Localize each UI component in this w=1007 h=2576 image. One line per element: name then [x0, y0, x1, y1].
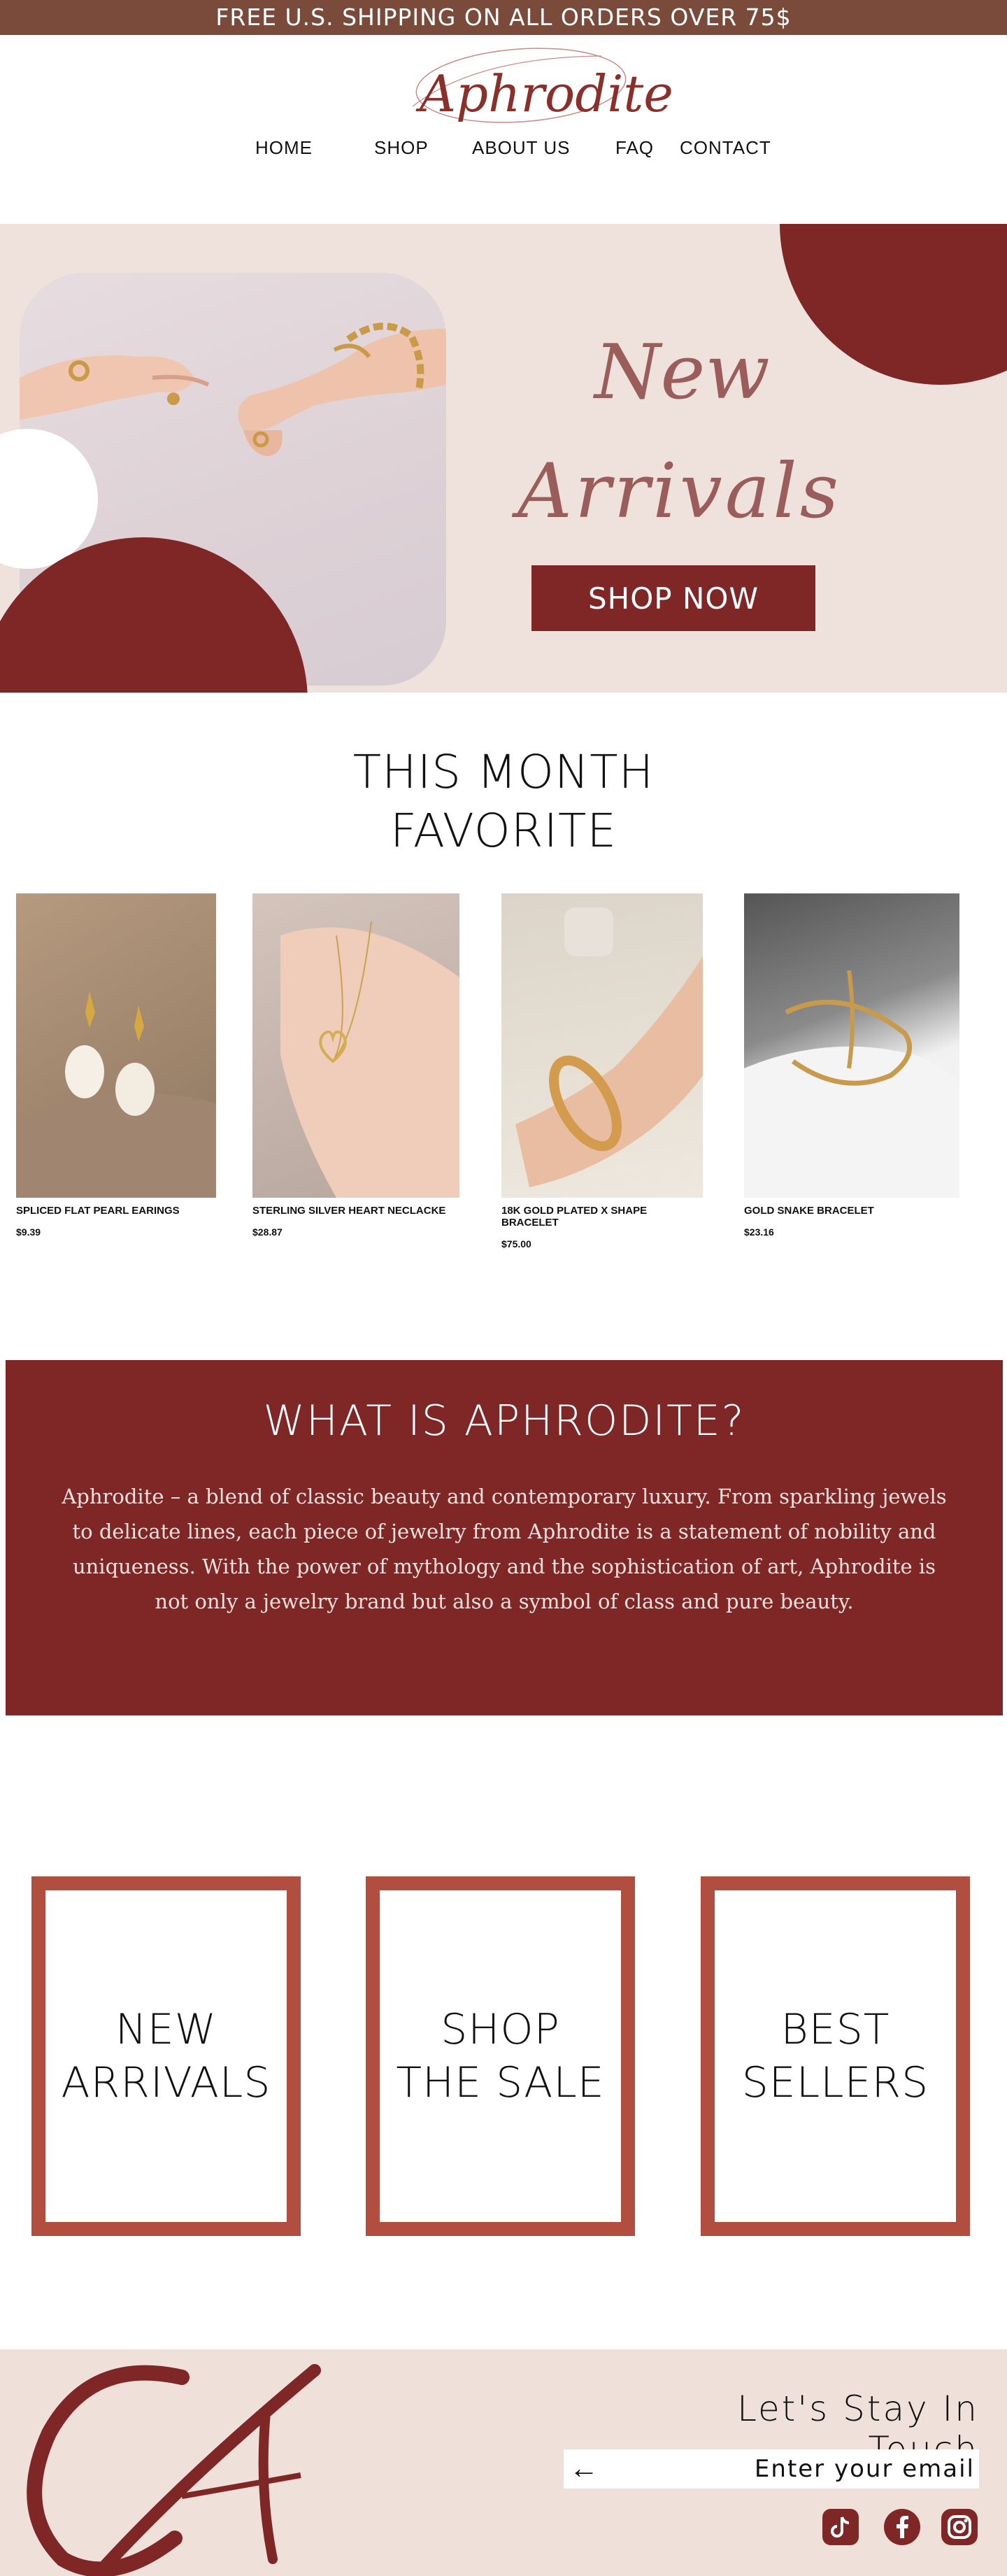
arrow-left-icon[interactable]: ← [569, 2454, 599, 2483]
favorites-title: THIS MONTH FAVORITE [0, 743, 1007, 861]
about-body: Aphrodite – a blend of classic beauty an… [62, 1485, 947, 1613]
product-price: $9.39 [16, 1226, 41, 1238]
about-section: WHAT IS APHRODITE? Aphrodite – a blend o… [6, 1360, 1003, 1715]
product-card[interactable]: 18K GOLD PLATED X SHAPE BRACELET $75.00 [501, 893, 703, 1250]
hero-title-new: New [594, 329, 770, 416]
nav-shop[interactable]: SHOP [374, 137, 429, 159]
product-name[interactable]: SPLICED FLAT PEARL EARINGS [16, 1205, 216, 1217]
snake-bracelet-illustration [744, 970, 959, 1198]
product-price: $23.16 [744, 1226, 774, 1238]
email-field[interactable] [620, 2449, 975, 2489]
product-card[interactable]: GOLD SNAKE BRACELET $23.16 [744, 893, 959, 1238]
tiktok-icon[interactable] [822, 2509, 859, 2545]
shop-now-button[interactable]: SHOP NOW [531, 565, 815, 631]
product-image[interactable] [744, 893, 959, 1198]
hero-section: New Arrivals SHOP NOW [0, 224, 1007, 693]
product-name[interactable]: GOLD SNAKE BRACELET [744, 1205, 959, 1217]
gold-bracelet-illustration [515, 907, 703, 1187]
hero-title-arrivals: Arrivals [517, 448, 842, 535]
product-image[interactable] [16, 893, 216, 1198]
brand-name: Aphrodite [420, 64, 673, 123]
about-title: WHAT IS APHRODITE? [263, 1396, 745, 1445]
product-name[interactable]: 18K GOLD PLATED X SHAPE BRACELET [501, 1205, 703, 1229]
newsletter-form: ← [564, 2449, 979, 2489]
category-card-new-arrivals[interactable]: NEW ARRIVALS [31, 1876, 301, 2236]
product-image[interactable] [252, 893, 459, 1198]
category-label: SHOP THE SALE [396, 2005, 605, 2107]
brand-logo[interactable]: Aphrodite [392, 43, 673, 127]
product-card[interactable]: SPLICED FLAT PEARL EARINGS $9.39 [16, 893, 216, 1238]
heart-necklace-illustration [280, 921, 459, 1198]
pearl-earrings-illustration [16, 991, 216, 1198]
facebook-icon[interactable] [884, 2509, 920, 2545]
product-image[interactable] [501, 893, 703, 1198]
nav-faq[interactable]: FAQ [615, 137, 654, 159]
category-card-shop-the-sale[interactable]: SHOP THE SALE [366, 1876, 635, 2236]
category-label: BEST SELLERS [741, 2005, 929, 2107]
main-nav: HOME SHOP ABOUT US FAQ CONTACT [0, 137, 1007, 165]
nav-home[interactable]: HOME [255, 137, 313, 159]
favorites-title-line1: THIS MONTH [352, 745, 655, 799]
hero-decor-circle [780, 224, 1007, 385]
product-price: $28.87 [252, 1226, 283, 1238]
instagram-icon[interactable] [941, 2509, 978, 2545]
page: FREE U.S. SHIPPING ON ALL ORDERS OVER 75… [0, 0, 1007, 2576]
footer: Let's Stay In Touch ← [0, 2349, 1007, 2576]
product-card[interactable]: STERLING SILVER HEART NECLACKE $28.87 [252, 893, 459, 1238]
nav-contact[interactable]: CONTACT [680, 137, 771, 159]
shipping-banner: FREE U.S. SHIPPING ON ALL ORDERS OVER 75… [0, 0, 1007, 35]
category-card-best-sellers[interactable]: BEST SELLERS [701, 1876, 970, 2236]
product-name[interactable]: STERLING SILVER HEART NECLACKE [252, 1205, 459, 1217]
brand-monogram-icon [27, 2364, 321, 2576]
favorites-title-line2: FAVORITE [390, 804, 617, 858]
nav-about-us[interactable]: ABOUT US [472, 137, 570, 159]
product-price: $75.00 [501, 1238, 531, 1250]
category-label: NEW ARRIVALS [61, 2005, 271, 2107]
shipping-banner-text: FREE U.S. SHIPPING ON ALL ORDERS OVER 75… [215, 3, 792, 31]
